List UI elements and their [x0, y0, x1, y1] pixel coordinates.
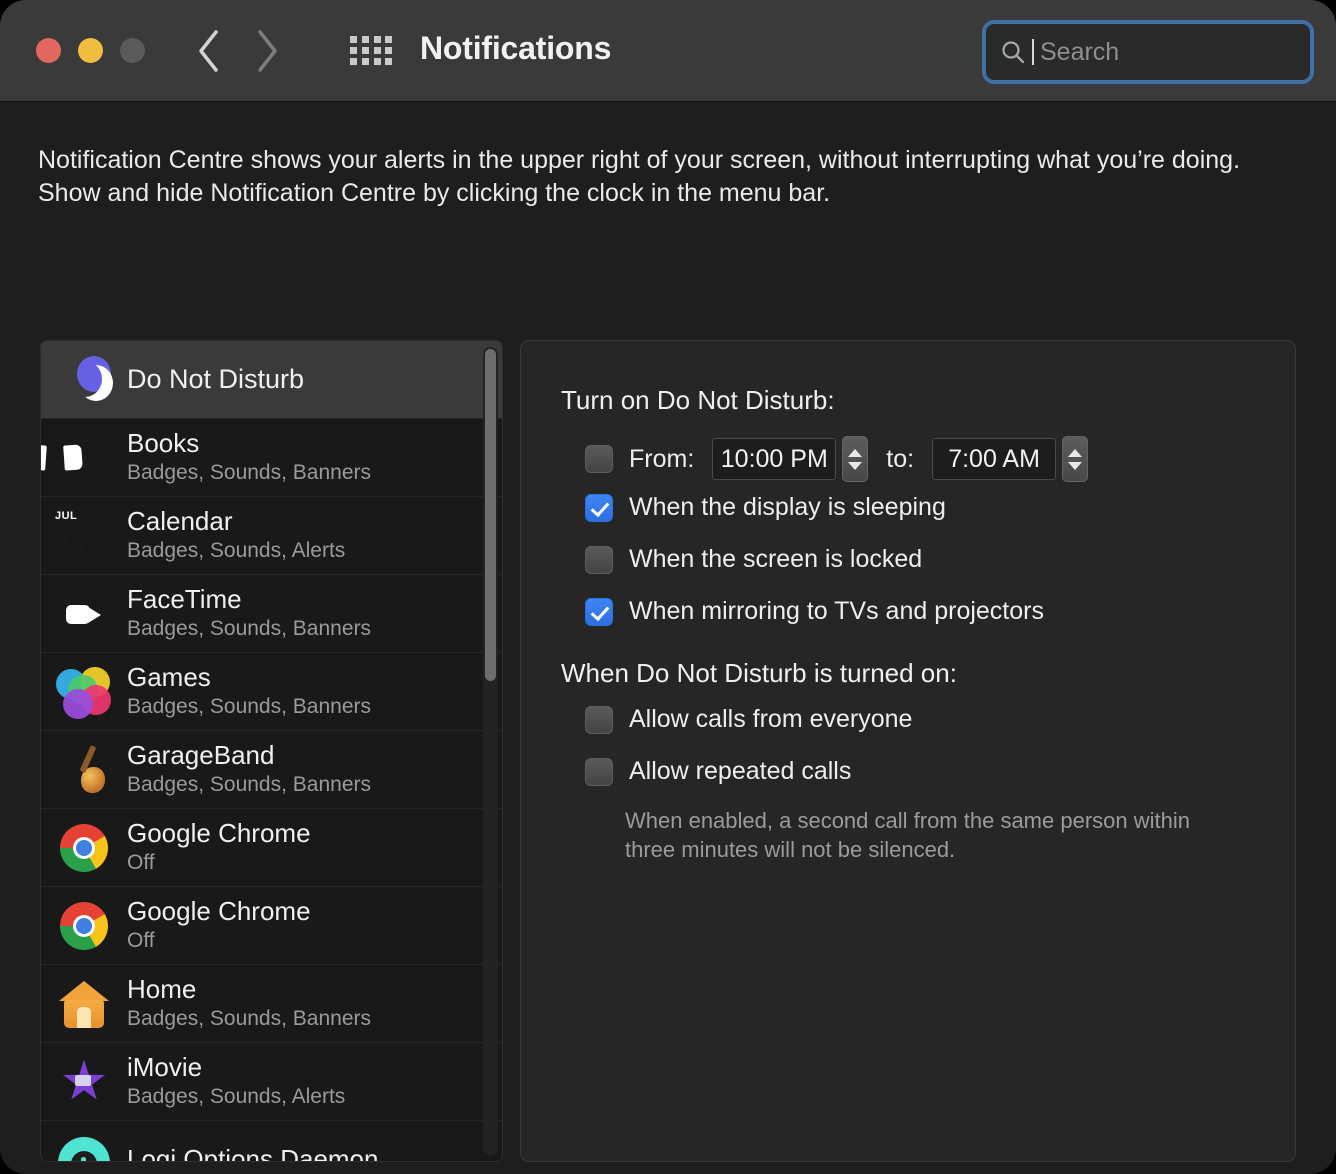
list-item[interactable]: iMovie Badges, Sounds, Alerts [41, 1043, 502, 1121]
option-screen-locked-label: When the screen is locked [629, 545, 923, 573]
stepper-down-icon[interactable] [1068, 461, 1083, 470]
list-item-name: Google Chrome [127, 817, 311, 848]
dnd-to-time-stepper[interactable] [1062, 436, 1089, 482]
list-item-name: FaceTime [127, 583, 242, 614]
dnd-from-time-stepper[interactable] [842, 436, 869, 482]
search-icon [1000, 39, 1026, 65]
page-title: Notifications [420, 30, 612, 66]
titlebar: Notifications Search [0, 0, 1336, 102]
option-screen-locked-checkbox[interactable] [585, 545, 613, 574]
allow-repeated-calls-label: Allow repeated calls [629, 757, 852, 785]
stepper-down-icon[interactable] [848, 461, 863, 470]
list-item-subtitle: Badges, Sounds, Banners [127, 616, 372, 640]
list-item[interactable]: Home Badges, Sounds, Banners [41, 965, 502, 1043]
description-text: Notification Centre shows your alerts in… [38, 146, 1241, 208]
imovie-icon [55, 1053, 113, 1111]
do-not-disturb-icon [55, 351, 113, 409]
list-item-subtitle: Badges, Sounds, Banners [127, 460, 372, 484]
scrollbar-thumb[interactable] [485, 349, 496, 681]
app-notification-list[interactable]: Do Not Disturb Books Badges, Sounds, Ban… [40, 340, 503, 1162]
list-item[interactable]: Games Badges, Sounds, Banners [41, 653, 502, 731]
list-item-name: Home [127, 973, 197, 1004]
list-item-subtitle: Badges, Sounds, Banners [127, 772, 372, 796]
option-screen-locked-row[interactable]: When the screen is locked [585, 545, 922, 574]
list-item-subtitle: Off [127, 850, 155, 874]
home-icon [55, 975, 113, 1033]
books-icon [55, 429, 113, 487]
google-chrome-icon [55, 819, 113, 877]
list-item[interactable]: Google Chrome Off [41, 887, 502, 965]
traffic-lights [36, 38, 145, 63]
text-cursor [1032, 39, 1034, 65]
list-item-name: Games [127, 661, 211, 692]
google-chrome-icon [55, 897, 113, 955]
dnd-from-time-field[interactable]: 10:00 PM [712, 438, 837, 480]
stepper-up-icon[interactable] [848, 448, 863, 457]
preferences-body: Notification Centre shows your alerts in… [0, 102, 1336, 1174]
navigation-arrows [196, 28, 280, 74]
notifications-preferences-window: Notifications Search Notification Centre… [0, 0, 1336, 1174]
list-item-name: Books [127, 427, 200, 458]
option-display-sleeping-label: When the display is sleeping [629, 493, 946, 521]
list-item[interactable]: Google Chrome Off [41, 809, 502, 887]
allow-calls-everyone-label: Allow calls from everyone [629, 705, 913, 733]
option-display-sleeping-checkbox[interactable] [585, 493, 613, 522]
list-item[interactable]: JUL 17 Calendar Badges, Sounds, Alerts [41, 497, 502, 575]
repeated-calls-note: When enabled, a second call from the sam… [625, 808, 1190, 863]
list-item-subtitle: Badges, Sounds, Alerts [127, 538, 346, 562]
option-mirroring-checkbox[interactable] [585, 597, 613, 626]
list-item[interactable]: FaceTime Badges, Sounds, Banners [41, 575, 502, 653]
zoom-button[interactable] [120, 38, 145, 63]
app-list-scrollbar[interactable] [483, 347, 498, 1155]
forward-button[interactable] [254, 28, 280, 74]
dnd-schedule-checkbox[interactable] [585, 445, 613, 473]
list-item[interactable]: GarageBand Badges, Sounds, Banners [41, 731, 502, 809]
stepper-up-icon[interactable] [1068, 448, 1083, 457]
list-item-subtitle: Off [127, 928, 155, 952]
list-item-name: GarageBand [127, 739, 275, 770]
list-item-subtitle: Badges, Sounds, Banners [127, 694, 372, 718]
list-item-name: Calendar [127, 505, 233, 536]
garageband-icon [55, 741, 113, 799]
list-item-subtitle: Badges, Sounds, Banners [127, 1006, 372, 1030]
when-dnd-on-heading: When Do Not Disturb is turned on: [561, 658, 957, 688]
option-mirroring-label: When mirroring to TVs and projectors [629, 597, 1044, 625]
list-item-name: Do Not Disturb [127, 364, 305, 395]
back-button[interactable] [196, 28, 222, 74]
do-not-disturb-settings-panel: Turn on Do Not Disturb: From: 10:00 PM t… [520, 340, 1296, 1162]
list-item[interactable]: Do Not Disturb [41, 341, 502, 419]
calendar-icon: JUL 17 [55, 507, 113, 565]
list-item-subtitle: Badges, Sounds, Alerts [127, 1084, 346, 1108]
search-field[interactable]: Search [982, 20, 1314, 84]
list-item-name: iMovie [127, 1051, 203, 1082]
games-icon [55, 663, 113, 721]
option-display-sleeping-row[interactable]: When the display is sleeping [585, 493, 946, 522]
list-item[interactable]: Books Badges, Sounds, Banners [41, 419, 502, 497]
dnd-schedule-row: From: 10:00 PM to: 7:00 AM [585, 436, 1089, 482]
turn-on-dnd-heading: Turn on Do Not Disturb: [561, 385, 835, 415]
show-all-grid-icon[interactable] [350, 36, 394, 66]
allow-calls-everyone-row[interactable]: Allow calls from everyone [585, 705, 912, 734]
allow-calls-everyone-checkbox[interactable] [585, 705, 613, 734]
to-label: to: [886, 444, 915, 473]
list-item[interactable]: Logi Options Daemon [41, 1121, 502, 1162]
dnd-to-time-field[interactable]: 7:00 AM [932, 438, 1057, 480]
from-label: From: [629, 444, 695, 473]
search-placeholder: Search [1040, 37, 1120, 66]
allow-repeated-calls-checkbox[interactable] [585, 757, 613, 786]
allow-repeated-calls-row[interactable]: Allow repeated calls [585, 757, 851, 786]
list-item-name: Google Chrome [127, 895, 311, 926]
close-button[interactable] [36, 38, 61, 63]
list-item-name: Logi Options Daemon [127, 1143, 379, 1162]
minimize-button[interactable] [78, 38, 103, 63]
facetime-icon [55, 585, 113, 643]
logi-options-icon [55, 1131, 113, 1161]
option-mirroring-row[interactable]: When mirroring to TVs and projectors [585, 597, 1044, 626]
